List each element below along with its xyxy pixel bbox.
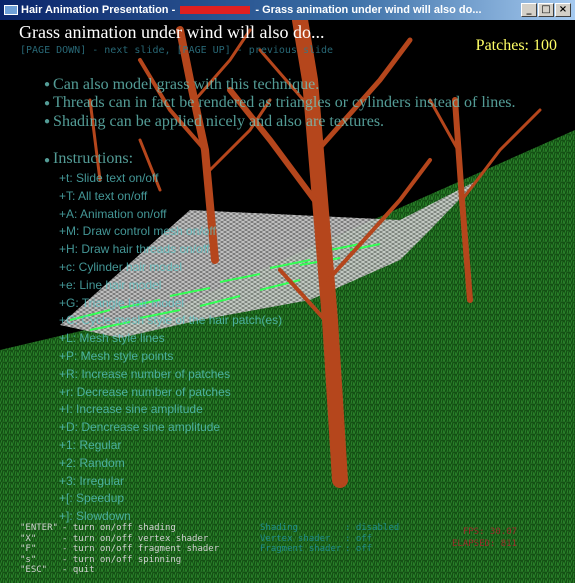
help-desc: - turn on/off shading: [62, 523, 176, 533]
bullet-text: Can also model grass with this technique…: [53, 76, 320, 93]
app-window-icon[interactable]: [4, 5, 18, 15]
instruction-item: +G: Triangle hair model: [59, 295, 185, 310]
maximize-button[interactable]: □: [538, 3, 554, 17]
help-key: "F": [20, 544, 37, 554]
render-viewport[interactable]: Grass animation under wind will also do.…: [0, 20, 575, 583]
help-key: "ESC": [20, 565, 48, 575]
shader-value: : disabled: [345, 523, 400, 533]
instruction-item: +3: Irregular: [59, 473, 125, 488]
navigation-hint: [PAGE DOWN] - next slide, [PAGE UP] - pr…: [20, 45, 334, 56]
bullet-text: Threads can in fact be rendered as trian…: [53, 94, 516, 112]
window-controls: _ □ ×: [521, 3, 571, 17]
instruction-item: +[: Speedup: [59, 491, 125, 506]
instruction-item: +R: Increase number of patches: [59, 366, 231, 381]
instruction-item: +I: Increase sine amplitude: [59, 402, 203, 417]
keyboard-help: "ENTER" - turn on/off shading "X" - turn o…: [20, 523, 219, 576]
help-row: "s" - turn on/off spinning: [20, 555, 219, 566]
help-desc: - turn on/off vertex shader: [62, 533, 209, 544]
instruction-item: +L: Mesh style lines: [59, 331, 165, 346]
instruction-item: +T: All text on/off: [59, 188, 148, 203]
shader-row: Vertex shader : off: [260, 534, 399, 545]
instruction-item: +1: Regular: [59, 437, 122, 452]
bullet-icon: ●: [44, 97, 51, 109]
instruction-item: +P: Mesh style points: [59, 348, 174, 363]
patches-counter: Patches: 100: [475, 37, 557, 54]
minimize-button[interactable]: _: [521, 3, 537, 17]
instruction-item: +2: Random: [59, 455, 125, 470]
elapsed-readout: ELAPSED: 811: [452, 539, 518, 549]
instruction-item: +C: Cycle mesh style of the hair patch(e…: [59, 313, 283, 328]
instruction-item: +H: Draw hair threads on/off: [59, 242, 210, 257]
instructions-title: Instructions:: [53, 150, 134, 167]
help-row: "X" - turn on/off vertex shader: [20, 534, 219, 545]
shader-value: : off: [345, 544, 373, 554]
bullet-item: ● Threads can in fact be rendered as tria…: [44, 94, 516, 112]
performance-stats: FPS: 30.07 ELAPSED: 811: [452, 526, 517, 550]
help-key: "X": [20, 533, 37, 544]
help-row: "ESC" - quit: [20, 565, 219, 576]
window-title-suffix: - Grass animation under wind will also d…: [252, 4, 482, 16]
fps-readout: FPS: 30.07: [462, 527, 518, 537]
instruction-item: +A: Animation on/off: [59, 206, 167, 221]
close-button[interactable]: ×: [555, 3, 571, 17]
instruction-item: +c: Cylinder hair model: [59, 259, 183, 274]
bullet-text: Shading can be applied nicely and also a…: [53, 112, 385, 130]
window-title-prefix: Hair Animation Presentation -: [21, 4, 179, 16]
help-row: "ENTER" - turn on/off shading: [20, 523, 219, 534]
shader-status: Shading : disabled Vertex shader : off Fra…: [260, 523, 399, 555]
help-key: "s": [20, 554, 37, 565]
bullet-item: ● Can also model grass with this techniqu…: [44, 76, 516, 94]
slide-title: Grass animation under wind will also do.…: [19, 22, 325, 42]
shader-label: Shading: [260, 523, 298, 533]
instruction-item: +D: Dencrease sine amplitude: [59, 420, 221, 435]
shader-label: Vertex shader: [260, 533, 331, 544]
shader-value: : off: [345, 533, 373, 544]
window-titlebar[interactable]: Hair Animation Presentation - - Grass an…: [0, 0, 575, 20]
instructions-list: +t: Slide text on/off +T: All text on/of…: [59, 170, 282, 526]
bullet-item: ● Shading can be applied nicely and also …: [44, 113, 516, 131]
bullet-icon: ●: [44, 115, 51, 127]
shader-row: Fragment shader: off: [260, 544, 399, 555]
instructions-heading: ● Instructions:: [44, 150, 133, 168]
instruction-item: +r: Decrease number of patches: [59, 384, 231, 399]
text-overlay: Grass animation under wind will also do.…: [0, 20, 575, 583]
window-title: Hair Animation Presentation - - Grass an…: [21, 4, 521, 16]
bullet-icon: ●: [44, 155, 51, 166]
bullet-icon: ●: [44, 79, 51, 91]
instruction-item: +M: Draw control mesh on/off: [59, 224, 216, 239]
help-desc: - turn on/off spinning: [62, 554, 182, 565]
help-desc: - turn on/off fragment shader: [62, 544, 220, 554]
help-key: "ENTER": [20, 523, 58, 533]
instruction-item: +t: Slide text on/off: [59, 171, 159, 185]
slide-bullets: ● Can also model grass with this techniqu…: [44, 76, 516, 131]
shader-label: Fragment shader: [260, 544, 342, 554]
shader-row: Shading : disabled: [260, 523, 399, 534]
redacted-block: [180, 6, 251, 15]
instruction-item: +e: Line hair model: [59, 277, 162, 292]
help-desc: - quit: [62, 565, 95, 575]
help-row: "F" - turn on/off fragment shader: [20, 544, 219, 555]
